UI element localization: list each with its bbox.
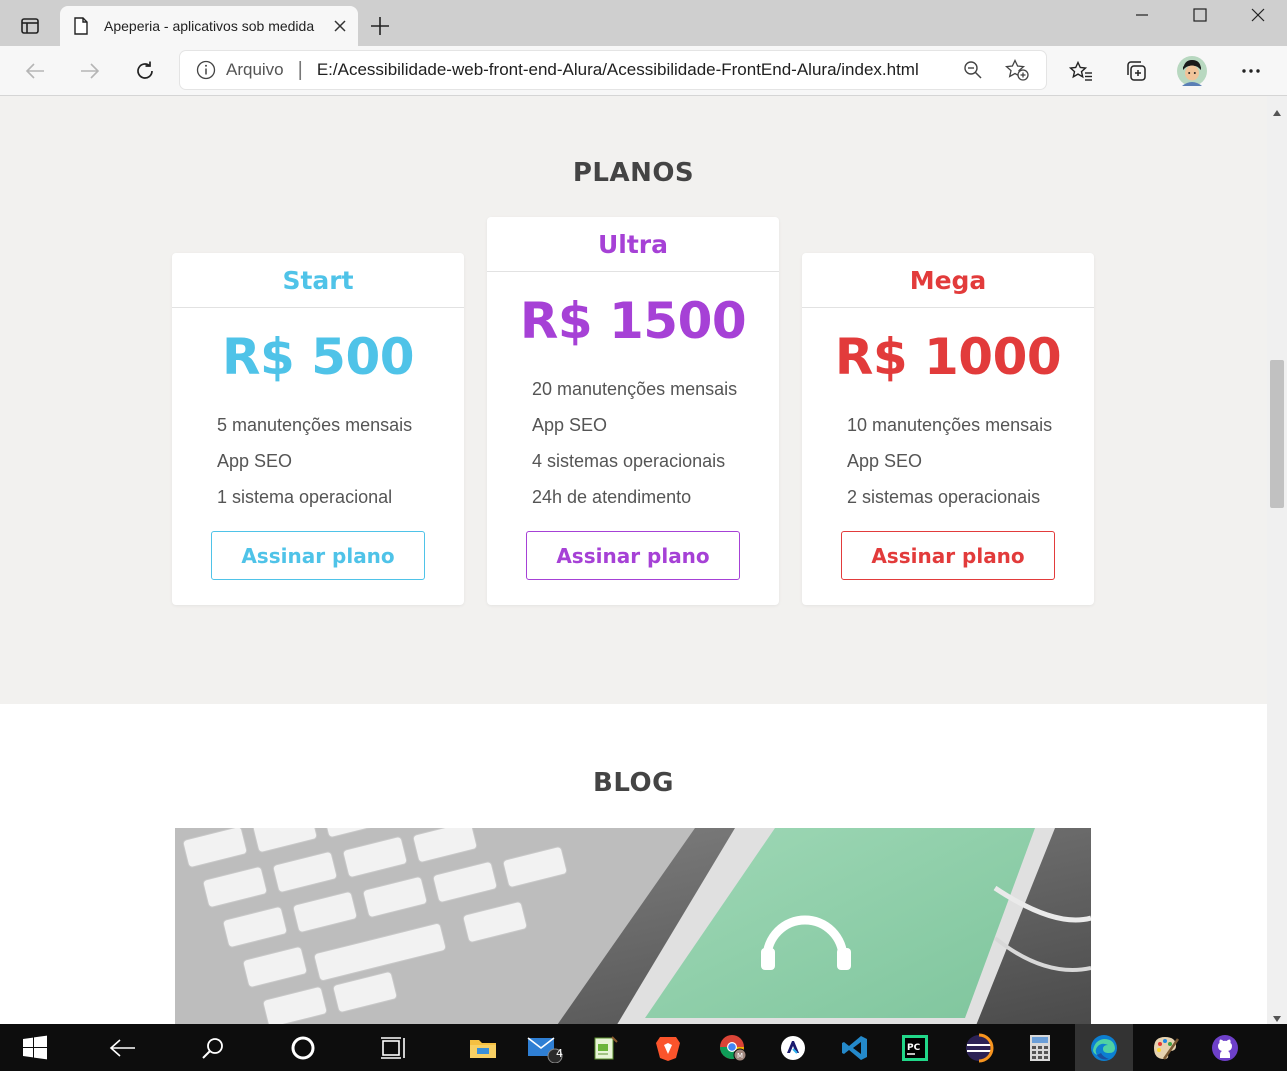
cortana-icon[interactable] [278,1024,328,1071]
close-window-icon[interactable] [1229,0,1287,30]
address-bar[interactable]: Arquivo | E:/Acessibilidade-web-front-en… [180,51,1046,89]
plan-card-mega: Mega R$ 1000 10 manutenções mensais App … [802,253,1094,605]
close-tab-icon[interactable] [332,18,348,34]
more-menu-icon[interactable] [1236,56,1266,86]
plan-feature: 4 sistemas operacionais [532,451,726,471]
new-tab-icon[interactable] [367,13,393,39]
forward-icon[interactable] [75,56,105,86]
pycharm-icon[interactable]: PC [890,1024,940,1071]
blog-section: BLOG [0,704,1267,1024]
plans-section-title: PLANOS [572,158,695,188]
info-icon[interactable] [196,60,216,80]
browser-titlebar: Apeperia - aplicativos sob medida [0,0,1287,46]
plan-price: R$ 1500 [519,292,747,350]
tab-actions-icon[interactable] [14,13,46,39]
subscribe-button-mega[interactable]: Assinar plano [841,531,1055,580]
scroll-down-icon[interactable] [1272,1008,1282,1022]
file-explorer-icon[interactable] [458,1024,508,1071]
browser-tab[interactable]: Apeperia - aplicativos sob medida [60,6,358,46]
collections-icon[interactable] [1121,56,1151,86]
plan-card-start: Start R$ 500 5 manutenções mensais App S… [172,253,464,605]
blog-image[interactable] [175,828,1091,1024]
minimize-icon[interactable] [1113,0,1171,30]
plan-name: Ultra [487,217,779,272]
refresh-icon[interactable] [130,56,160,86]
brave-icon[interactable] [643,1024,693,1071]
subscribe-button-ultra[interactable]: Assinar plano [526,531,740,580]
url-text[interactable]: E:/Acessibilidade-web-front-end-Alura/Ac… [317,60,958,80]
address-label: Arquivo [226,60,284,79]
vscode-icon[interactable] [830,1024,880,1071]
plan-price: R$ 500 [221,328,415,386]
start-icon[interactable] [10,1024,60,1071]
github-icon[interactable] [1200,1024,1250,1071]
edge-icon[interactable] [1075,1024,1133,1071]
maximize-icon[interactable] [1171,0,1229,30]
task-view-icon[interactable] [368,1024,418,1071]
page-viewport: PLANOS Start R$ 500 5 manutenções mensai… [0,96,1267,1024]
mail-badge: 4 [556,1047,563,1060]
plan-feature: 24h de atendimento [532,487,692,507]
svg-text:M: M [737,1052,743,1060]
zoom-icon[interactable] [958,55,988,85]
plan-features: 10 manutenções mensais App SEO 2 sistema… [847,407,1094,515]
plan-feature: 5 manutenções mensais [217,415,413,435]
favorites-icon[interactable] [1066,56,1096,86]
plan-feature: App SEO [532,415,608,435]
back-icon[interactable] [20,56,50,86]
calculator-icon[interactable] [1015,1024,1065,1071]
plan-name: Start [172,253,464,308]
notepad-icon[interactable] [580,1024,630,1071]
address-separator: | [297,58,303,81]
plan-features: 5 manutenções mensais App SEO 1 sistema … [217,407,464,515]
plan-features: 20 manutenções mensais App SEO 4 sistema… [532,371,779,515]
browser-toolbar: Arquivo | E:/Acessibilidade-web-front-en… [0,46,1287,96]
plan-price: R$ 1000 [834,328,1062,386]
scroll-thumb[interactable] [1270,360,1284,508]
profile-avatar[interactable] [1177,56,1207,86]
blog-section-title: BLOG [593,768,674,798]
eclipse-icon[interactable] [954,1024,1004,1071]
plan-feature: 20 manutenções mensais [532,379,738,399]
windows-taskbar: 4 M PC [0,1024,1287,1071]
subscribe-button-start[interactable]: Assinar plano [211,531,425,580]
page-icon [74,17,90,35]
plan-name: Mega [802,253,1094,308]
plan-feature: 2 sistemas operacionais [847,487,1041,507]
plan-card-ultra: Ultra R$ 1500 20 manutenções mensais App… [487,217,779,605]
plan-feature: 1 sistema operacional [217,487,393,507]
plan-feature: App SEO [217,451,293,471]
page-scrollbar[interactable] [1267,96,1287,1024]
app-icon[interactable] [768,1024,818,1071]
scroll-up-icon[interactable] [1272,102,1282,116]
paint-icon[interactable] [1140,1024,1190,1071]
back-icon[interactable] [98,1024,148,1071]
svg-text:PC: PC [907,1043,921,1053]
plan-feature: 10 manutenções mensais [847,415,1053,435]
mail-icon[interactable]: 4 [520,1024,570,1071]
chrome-icon[interactable]: M [708,1024,758,1071]
add-favorite-icon[interactable] [1002,55,1032,85]
search-icon[interactable] [188,1024,238,1071]
tab-title: Apeperia - aplicativos sob medida [104,18,315,34]
plan-feature: App SEO [847,451,923,471]
